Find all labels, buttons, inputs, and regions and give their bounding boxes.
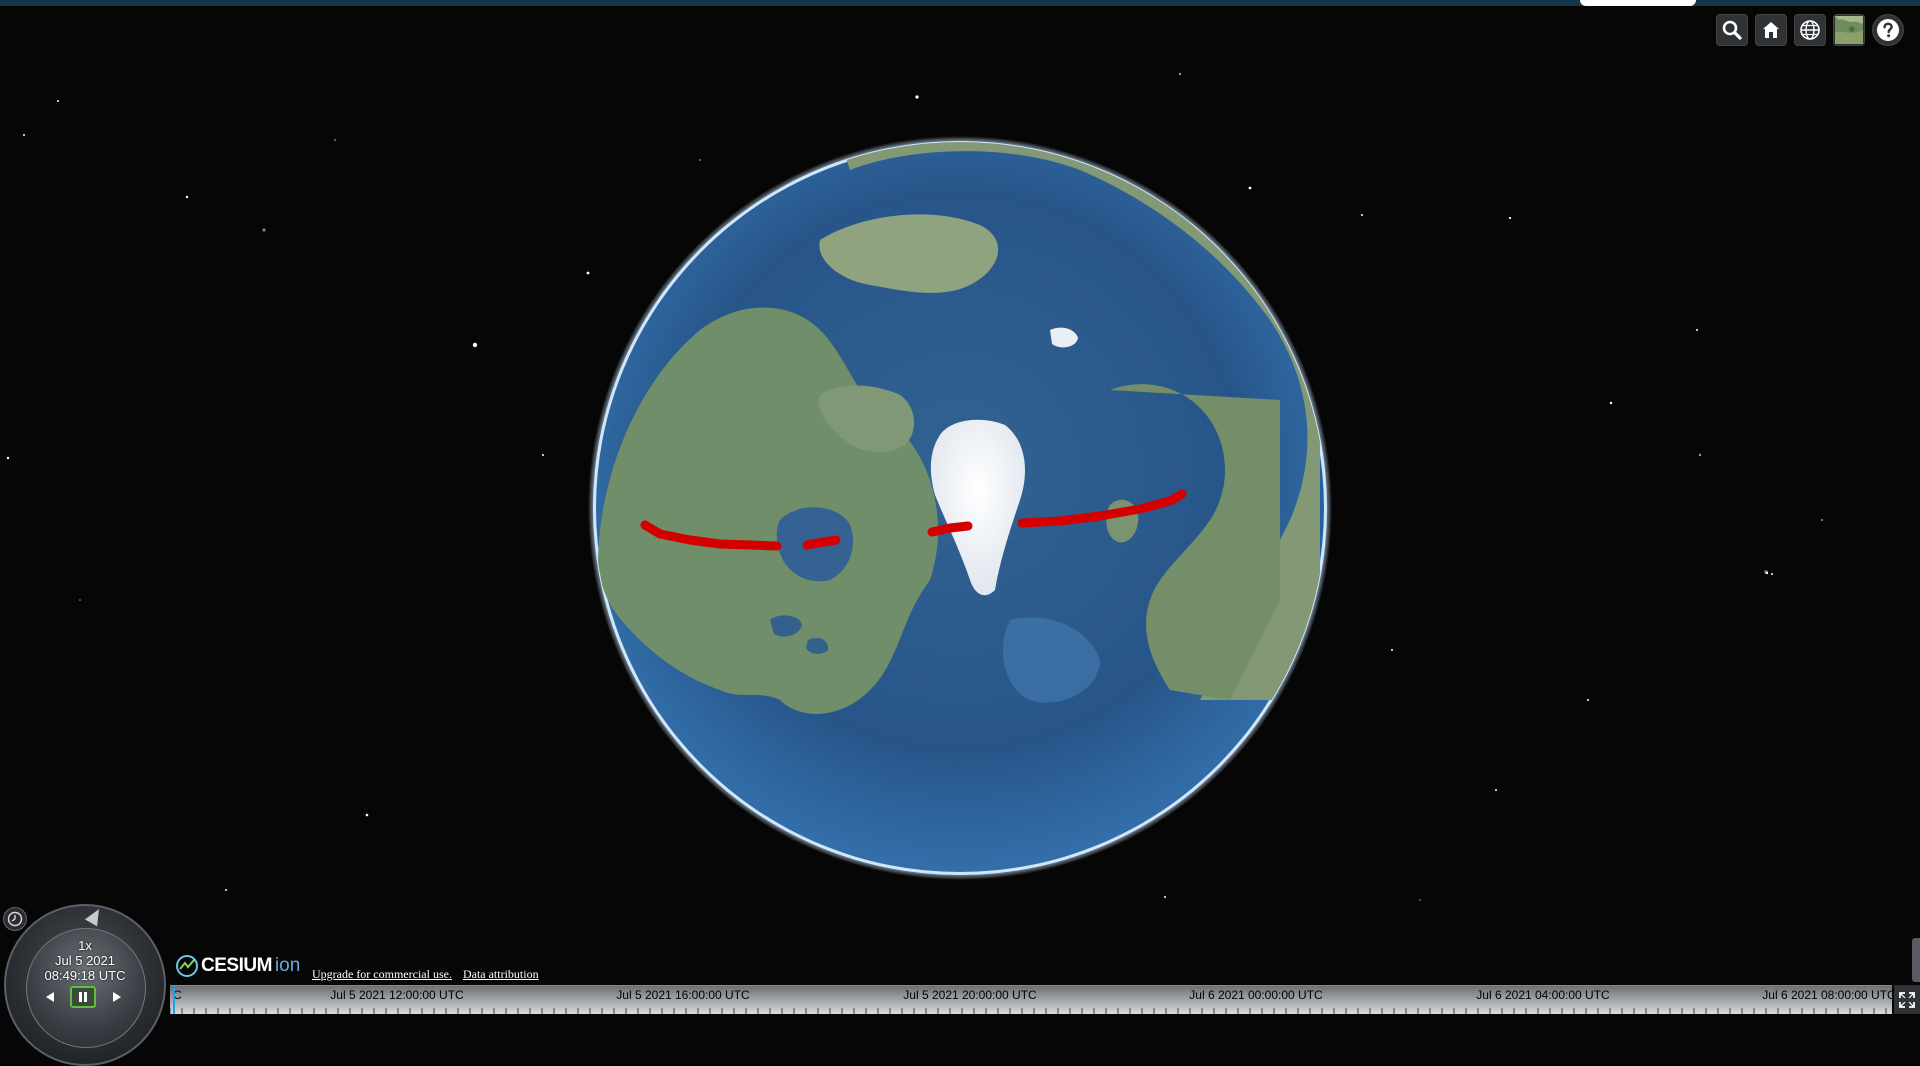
ground-track-segment [927,521,973,537]
home-icon [1763,22,1779,38]
play-forward-button[interactable] [104,986,130,1008]
fullscreen-button[interactable] [1894,985,1920,1014]
timeline[interactable]: C Jul 5 2021 12:00:00 UTC Jul 5 2021 16:… [170,985,1892,1014]
search-icon [1722,20,1742,40]
timeline-label: Jul 5 2021 20:00:00 UTC [903,988,1037,1002]
globe-icon [1800,20,1820,40]
cesium-logo-word: CESIUM [201,955,272,976]
pause-button[interactable] [70,986,96,1008]
animation-time-label: 08:49:18 UTC [44,968,126,983]
base-layer-picker-button[interactable] [1833,14,1865,46]
upgrade-link[interactable]: Upgrade for commercial use. [312,967,452,981]
timeline-label: Jul 5 2021 12:00:00 UTC [330,988,464,1002]
help-button[interactable] [1872,14,1904,46]
animation-widget[interactable]: 1x Jul 5 2021 08:49:18 UTC [0,900,170,1066]
cesium-viewer-canvas[interactable] [0,0,1920,1014]
realtime-clock-button[interactable] [3,907,27,931]
timeline-label: Jul 6 2021 08:00:00 UTC [1762,988,1892,1002]
question-icon [1877,19,1899,41]
fullscreen-icon [1899,991,1915,1008]
imagery-thumbnail-icon [1835,16,1863,44]
cesium-logo-ion: ion [274,955,301,976]
cesium-toolbar [1716,14,1904,46]
earth-globe[interactable] [560,136,1332,880]
search-button[interactable] [1716,14,1748,46]
timeline-label: Jul 6 2021 04:00:00 UTC [1476,988,1610,1002]
play-reverse-button[interactable] [37,986,63,1008]
cesium-logo-icon [176,955,198,977]
credit-links: Upgrade for commercial use. Data attribu… [312,967,547,982]
data-attribution-link[interactable]: Data attribution [463,967,539,981]
timeline-label: Jul 5 2021 16:00:00 UTC [616,988,750,1002]
play-forward-icon [113,992,121,1002]
pause-icon [79,992,87,1002]
timeline-needle[interactable] [173,986,175,1014]
clock-icon [7,911,23,927]
ground-track-segment [802,535,841,550]
timeline-label: Jul 6 2021 00:00:00 UTC [1189,988,1323,1002]
cesium-ion-logo[interactable]: CESIUM ion [176,955,300,977]
side-panel-handle[interactable] [1912,938,1920,982]
scene-mode-button[interactable] [1794,14,1826,46]
home-button[interactable] [1755,14,1787,46]
animation-speed-label: 1x [78,938,92,953]
play-reverse-icon [46,992,54,1002]
animation-date-label: Jul 5 2021 [55,953,115,968]
